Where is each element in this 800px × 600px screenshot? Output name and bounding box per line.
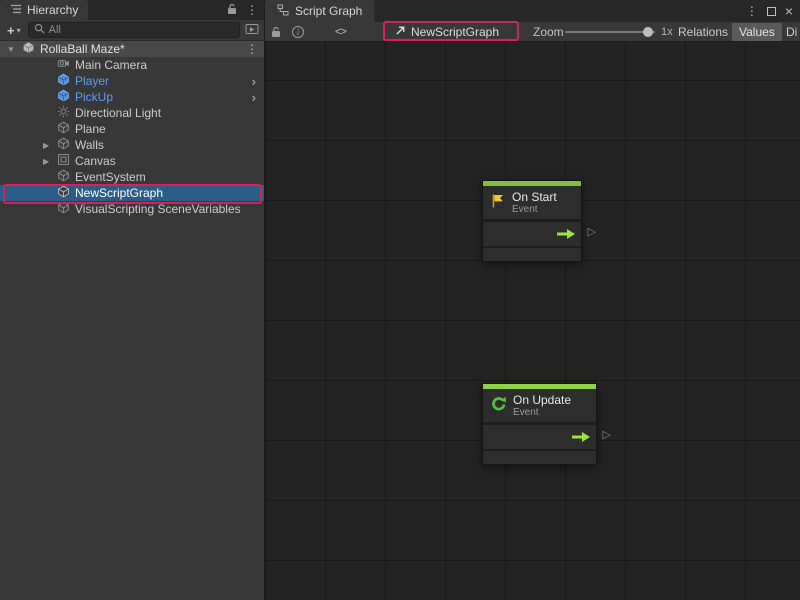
tree-item-label: EventSystem: [75, 170, 146, 184]
kebab-menu-icon[interactable]: ⋮: [746, 5, 758, 17]
tree-item-plane[interactable]: Plane: [0, 121, 264, 137]
node-body: [483, 425, 596, 449]
hierarchy-panel: Hierarchy ⋮ + ▾ All: [0, 0, 265, 600]
tree-item-label: Plane: [75, 122, 106, 136]
values-button-label: Values: [732, 23, 782, 41]
gameobject-cube-icon: [57, 201, 70, 217]
scene-name: RollaBall Maze*: [40, 42, 125, 56]
node-on-start[interactable]: On Start Event ▷: [482, 180, 582, 262]
relations-button[interactable]: Relations: [678, 22, 728, 42]
tab-script-graph[interactable]: Script Graph: [265, 0, 374, 22]
close-icon[interactable]: ×: [785, 4, 793, 18]
graph-canvas[interactable]: On Start Event ▷: [265, 42, 800, 600]
tree-item-eventsystem[interactable]: EventSystem: [0, 169, 264, 185]
unity-scene-icon: [22, 41, 35, 57]
flow-output-arrow-icon[interactable]: [556, 228, 576, 240]
canvas-icon: [57, 153, 70, 169]
tree-item-directional-light[interactable]: Directional Light: [0, 105, 264, 121]
hierarchy-search-input[interactable]: All: [28, 22, 240, 38]
info-icon[interactable]: i: [292, 22, 304, 42]
kebab-menu-icon[interactable]: ⋮: [246, 4, 258, 16]
tree-item-label: NewScriptGraph: [75, 186, 163, 200]
zoom-slider[interactable]: [565, 22, 655, 42]
hierarchy-tree: Main Camera Player › PickUp ›: [0, 57, 264, 217]
gameobject-cube-icon: [57, 121, 70, 137]
tree-item-main-camera[interactable]: Main Camera: [0, 57, 264, 73]
tree-item-label: Directional Light: [75, 106, 161, 120]
camera-icon: [57, 57, 70, 73]
tab-hierarchy[interactable]: Hierarchy: [0, 0, 88, 20]
graph-toolbar: i <> NewScriptGraph Zoom 1x Relations Va…: [265, 22, 800, 42]
hierarchy-toolbar: + ▾ All: [0, 20, 264, 41]
tree-item-player[interactable]: Player ›: [0, 73, 264, 89]
lock-icon[interactable]: [271, 22, 281, 42]
node-title: On Update: [513, 393, 571, 407]
node-footer: [483, 451, 596, 464]
script-graph-icon: [277, 4, 289, 19]
flow-output-arrow-icon[interactable]: [571, 431, 591, 443]
breadcrumb[interactable]: NewScriptGraph: [395, 22, 499, 42]
node-title: On Start: [512, 190, 557, 204]
gameobject-cube-icon: [57, 137, 70, 153]
node-on-update[interactable]: On Update Event ▷: [482, 383, 597, 465]
prefab-chevron-icon[interactable]: ›: [252, 91, 256, 104]
breadcrumb-label: NewScriptGraph: [411, 25, 499, 39]
port-triangle-icon[interactable]: ▷: [603, 430, 611, 441]
picker-icon[interactable]: [245, 23, 259, 37]
expander-icon[interactable]: ▶: [43, 157, 49, 166]
hierarchy-list-icon: [10, 3, 22, 17]
search-icon: [34, 23, 45, 37]
tree-item-label: Canvas: [75, 154, 116, 168]
light-icon: [57, 105, 70, 121]
scene-kebab-icon[interactable]: ⋮: [246, 43, 258, 55]
node-subtitle: Event: [512, 204, 557, 215]
tree-item-label: Walls: [75, 138, 104, 152]
flag-icon: [490, 193, 506, 212]
node-body: [483, 222, 581, 246]
tree-item-newscriptgraph[interactable]: NewScriptGraph: [0, 185, 264, 201]
plus-icon: +: [7, 23, 15, 38]
zoom-value: 1x: [661, 22, 673, 42]
script-graph-panel: Script Graph ⋮ × i <> NewScriptGraph: [265, 0, 800, 600]
unity-editor-window: Hierarchy ⋮ + ▾ All: [0, 0, 800, 600]
scene-foldout-icon[interactable]: ▼: [7, 45, 17, 54]
node-subtitle: Event: [513, 407, 571, 418]
node-header: On Update Event: [483, 389, 596, 422]
code-icon[interactable]: <>: [335, 22, 346, 42]
tree-item-pickup[interactable]: PickUp ›: [0, 89, 264, 105]
values-button[interactable]: Values: [732, 22, 782, 42]
tree-item-canvas[interactable]: ▶ Canvas: [0, 153, 264, 169]
maximize-icon[interactable]: [767, 7, 776, 16]
zoom-slider-handle[interactable]: [643, 27, 653, 37]
lock-icon[interactable]: [227, 3, 237, 17]
scene-row[interactable]: ▼ RollaBall Maze* ⋮: [0, 41, 264, 57]
zoom-slider-track[interactable]: [565, 31, 655, 33]
port-triangle-icon[interactable]: ▷: [588, 227, 596, 238]
gameobject-cube-icon: [57, 185, 70, 201]
loop-icon: [490, 396, 507, 416]
node-footer: [483, 248, 581, 261]
graph-tab-bar: Script Graph ⋮ ×: [265, 0, 800, 22]
dim-button[interactable]: Di: [786, 22, 797, 42]
tree-item-walls[interactable]: ▶ Walls: [0, 137, 264, 153]
add-object-button[interactable]: + ▾: [5, 23, 23, 38]
prefab-chevron-icon[interactable]: ›: [252, 75, 256, 88]
tab-script-graph-label: Script Graph: [295, 4, 362, 18]
hierarchy-tab-bar: Hierarchy ⋮: [0, 0, 264, 20]
expander-icon[interactable]: ▶: [43, 141, 49, 150]
prefab-cube-icon: [57, 89, 70, 105]
graph-asset-icon: [395, 25, 406, 39]
tree-item-label: VisualScripting SceneVariables: [75, 202, 241, 216]
tree-item-visualscripting-scenevariables[interactable]: VisualScripting SceneVariables: [0, 201, 264, 217]
node-header: On Start Event: [483, 186, 581, 219]
dropdown-arrow-icon: ▾: [17, 26, 21, 35]
tab-hierarchy-label: Hierarchy: [27, 3, 78, 17]
tree-item-label: Main Camera: [75, 58, 147, 72]
prefab-cube-icon: [57, 73, 70, 89]
zoom-label: Zoom: [533, 22, 564, 42]
tree-item-label: PickUp: [75, 90, 113, 104]
search-value: All: [49, 24, 61, 36]
gameobject-cube-icon: [57, 169, 70, 185]
tree-item-label: Player: [75, 74, 109, 88]
